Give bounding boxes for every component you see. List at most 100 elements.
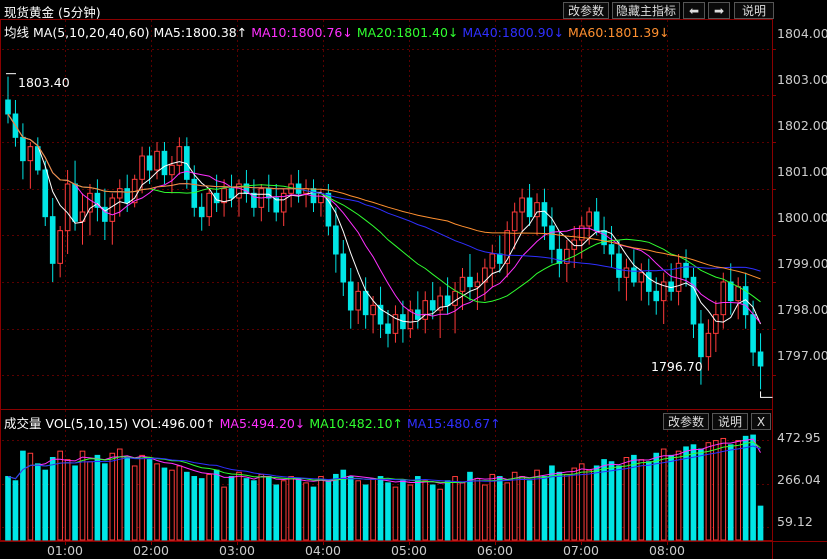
volume-bar xyxy=(414,476,421,541)
candle-body xyxy=(452,290,458,306)
candle-body xyxy=(429,300,436,311)
explain-button[interactable]: 说明 xyxy=(734,2,774,19)
vol-label: 成交量 xyxy=(4,416,42,431)
volume-bar xyxy=(221,486,227,541)
volume-bar xyxy=(34,463,41,541)
volume-bar xyxy=(489,473,496,541)
volume-bar xyxy=(198,478,205,541)
candle-body xyxy=(459,276,466,292)
time-tick: 08:00 xyxy=(648,543,686,558)
price-tick: 1802.00 xyxy=(777,118,827,133)
volume-bar xyxy=(526,480,533,541)
ma5-legend: MA5:1800.38↑ xyxy=(153,25,248,40)
volume-bar xyxy=(131,465,138,541)
volume-bar xyxy=(49,457,56,541)
volume-bar xyxy=(273,484,280,541)
candle-body xyxy=(362,290,369,316)
candle-body xyxy=(593,211,600,232)
vol-close-button[interactable]: X xyxy=(751,413,771,430)
volume-bar xyxy=(310,486,317,541)
volume-bar xyxy=(318,476,324,541)
price-tick: 1799.00 xyxy=(777,256,827,271)
candle-body xyxy=(221,188,227,204)
candle-body xyxy=(586,211,592,227)
hide-indicator-button[interactable]: 隐藏主指标 xyxy=(612,2,680,19)
volume-bar xyxy=(735,440,742,541)
candle-body xyxy=(623,267,630,278)
candle-body xyxy=(161,150,168,176)
candle-body xyxy=(5,99,11,115)
volume-bar xyxy=(616,465,622,541)
candle-body xyxy=(42,169,49,218)
volume-tick: 472.95 xyxy=(777,430,821,445)
candle-body xyxy=(340,253,347,283)
volume-bar xyxy=(42,469,49,541)
volume-bar xyxy=(228,476,235,541)
time-tick: 02:00 xyxy=(132,543,170,558)
volume-bar xyxy=(377,476,384,541)
candle-body xyxy=(519,197,525,213)
volume-bar xyxy=(213,469,220,541)
vol-explain-button[interactable]: 说明 xyxy=(712,413,748,430)
chart-canvas xyxy=(0,19,827,559)
volume-bar xyxy=(727,444,734,541)
volume-bar xyxy=(154,463,160,541)
volume-bar xyxy=(437,488,443,541)
volume-bar xyxy=(459,482,466,541)
candle-body xyxy=(467,276,473,288)
volume-bar xyxy=(347,476,354,541)
volume-bar xyxy=(139,454,145,541)
volume-bar xyxy=(280,480,287,541)
volume-bar xyxy=(690,444,697,541)
volume-bar xyxy=(534,469,540,541)
candle-body xyxy=(206,192,212,218)
candle-body xyxy=(27,146,34,162)
volume-bar xyxy=(20,450,26,541)
vol-edit-params-button[interactable]: 改参数 xyxy=(663,413,709,430)
candle-body xyxy=(385,323,391,334)
volume-bar xyxy=(608,461,615,541)
candle-body xyxy=(727,281,734,302)
volume-bar xyxy=(79,450,86,541)
volume-bar xyxy=(511,471,518,541)
volume-bar xyxy=(556,471,563,541)
time-tick: 05:00 xyxy=(390,543,428,558)
edit-params-button[interactable]: 改参数 xyxy=(563,2,609,19)
volume-bar xyxy=(116,448,123,541)
candle-body xyxy=(504,230,511,264)
volume-bar xyxy=(444,480,451,541)
volume-bar xyxy=(236,471,242,541)
candle-body xyxy=(347,281,354,311)
left-arrow-icon[interactable]: ⬅ xyxy=(683,2,705,19)
volume-bar xyxy=(504,482,511,541)
candle-body xyxy=(631,267,637,283)
vol-ma5-legend: MA5:494.20↓ xyxy=(219,416,306,431)
candle-body xyxy=(370,304,376,316)
volume-bar xyxy=(251,480,257,541)
ma5-line xyxy=(7,113,761,325)
candle-body xyxy=(139,155,145,180)
volume-bar xyxy=(593,465,600,541)
volume-bar xyxy=(742,435,749,541)
volume-bar xyxy=(124,457,131,541)
candle-body xyxy=(169,164,175,176)
right-arrow-icon[interactable]: ➡ xyxy=(708,2,730,19)
candle-body xyxy=(556,248,563,264)
ma60-legend: MA60:1801.39↓ xyxy=(568,25,670,40)
volume-bar xyxy=(161,467,168,541)
volume-bar xyxy=(258,473,265,541)
volume-bar xyxy=(631,454,637,541)
volume-bar xyxy=(541,476,548,541)
volume-bar xyxy=(325,480,332,541)
ma-params: MA(5,10,20,40,60) xyxy=(33,25,150,40)
candle-body xyxy=(549,225,555,250)
time-tick: 04:00 xyxy=(304,543,342,558)
candle-body xyxy=(333,225,339,255)
vol-value: VOL:496.00↑ xyxy=(132,416,216,431)
price-tick: 1797.00 xyxy=(777,348,827,363)
vol-ma15-legend: MA15:480.67↑ xyxy=(407,416,501,431)
volume-bar xyxy=(169,469,175,541)
volume-bar xyxy=(191,476,198,541)
price-tick: 1800.00 xyxy=(777,210,827,225)
candle-body xyxy=(571,239,578,250)
